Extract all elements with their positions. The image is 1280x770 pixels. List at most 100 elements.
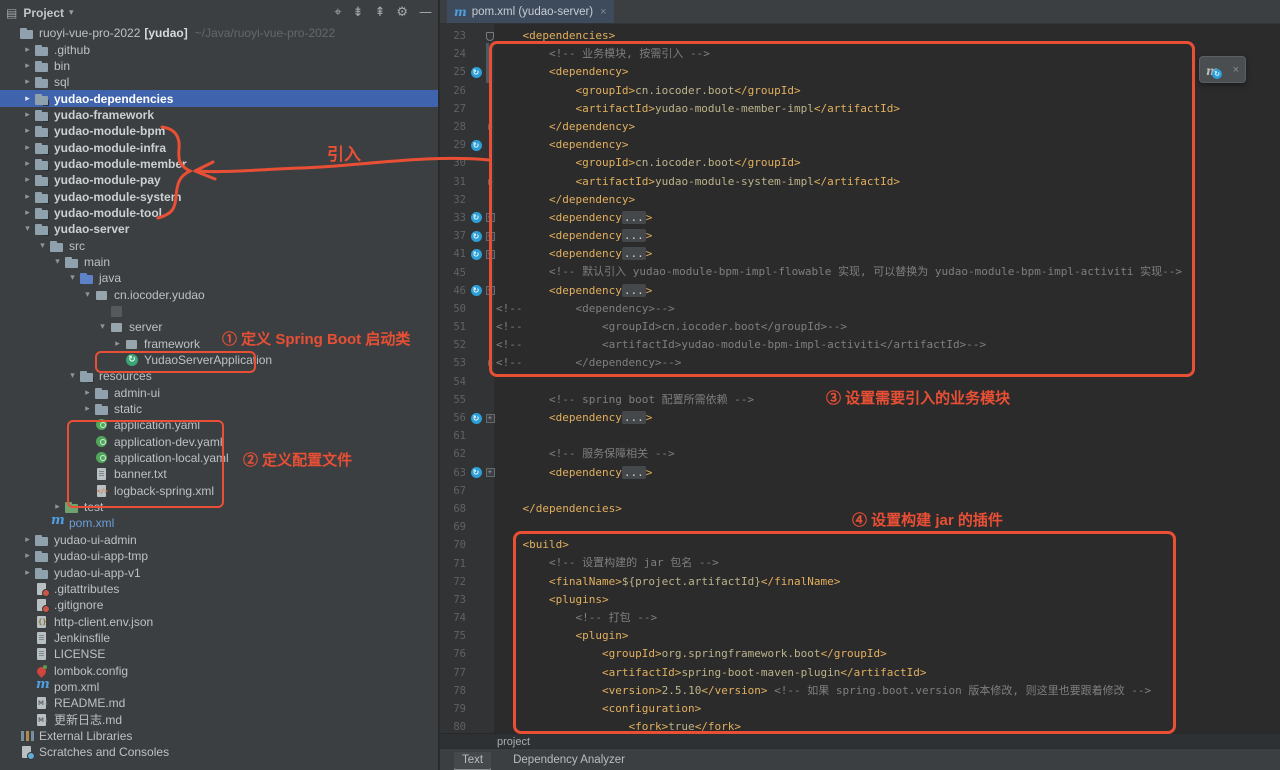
tree-item-ruoyi-vue-pro-2022[interactable]: ruoyi-vue-pro-2022[yudao]~/Java/ruoyi-vu… [0,25,438,41]
tree-item-sql[interactable]: ▸sql [0,74,438,90]
tree-item-package-stub[interactable] [0,303,438,319]
tree-item-src[interactable]: ▾src [0,237,438,253]
maven-dependency-gutter-icon[interactable]: ↻ [468,413,484,424]
tree-item-yudao-server[interactable]: ▾yudao-server [0,221,438,237]
chevron-right-icon[interactable]: ▸ [51,502,64,512]
chevron-right-icon[interactable]: ▸ [21,551,34,561]
close-tab-icon[interactable]: × [600,6,606,18]
settings-icon[interactable]: ⚙ [396,5,408,20]
close-icon[interactable]: × [1233,64,1239,76]
chevron-right-icon[interactable]: ▸ [21,45,34,55]
tree-item-license[interactable]: LICENSE [0,646,438,662]
tree-item-banner.txt[interactable]: banner.txt [0,466,438,482]
chevron-right-icon[interactable]: ▸ [21,535,34,545]
bottom-tab-dependency-analyzer[interactable]: Dependency Analyzer [505,752,633,769]
tree-item-admin-ui[interactable]: ▸admin-ui [0,385,438,401]
chevron-right-icon[interactable]: ▸ [21,568,34,578]
editor-tab-pom[interactable]: m pom.xml (yudao-server) × [447,0,614,23]
maven-dependency-gutter-icon[interactable]: ↻ [468,140,484,151]
tree-item-yudaoserverapplication[interactable]: YudaoServerApplication [0,352,438,368]
chevron-down-icon[interactable]: ▾ [69,7,74,18]
project-tree[interactable]: ruoyi-vue-pro-2022[yudao]~/Java/ruoyi-vu… [0,25,438,770]
tree-item-yudao-module-pay[interactable]: ▸yudao-module-pay [0,172,438,188]
tree-item-lombok.config[interactable]: lombok.config [0,662,438,678]
chevron-right-icon[interactable]: ▸ [21,143,34,153]
tree-item-external-libraries[interactable]: External Libraries [0,728,438,744]
fold-expand-icon[interactable]: + [484,227,496,245]
project-panel-title[interactable]: Project [23,6,64,20]
tree-item-.gitattributes[interactable]: .gitattributes [0,581,438,597]
chevron-right-icon[interactable]: ▸ [21,175,34,185]
chevron-right-icon[interactable]: ▸ [81,388,94,398]
chevron-right-icon[interactable]: ▸ [111,339,124,349]
tree-item-server[interactable]: ▾server [0,319,438,335]
tree-item-.github[interactable]: ▸.github [0,41,438,57]
fold-expand-icon[interactable]: + [484,282,496,300]
chevron-right-icon[interactable]: ▸ [21,77,34,87]
tree-item-static[interactable]: ▸static [0,401,438,417]
tree-item-yudao-module-infra[interactable]: ▸yudao-module-infra [0,139,438,155]
tree-item-yudao-module-system[interactable]: ▸yudao-module-system [0,188,438,204]
tree-item-yudao-ui-app-tmp[interactable]: ▸yudao-ui-app-tmp [0,548,438,564]
tree-item-main[interactable]: ▾main [0,254,438,270]
maven-reload-popup[interactable]: m ↻ × [1199,56,1246,83]
maven-dependency-gutter-icon[interactable]: ↻ [468,285,484,296]
bottom-tab-text[interactable]: Text [454,752,491,769]
tree-item-yudao-module-tool[interactable]: ▸yudao-module-tool [0,205,438,221]
maven-dependency-gutter-icon[interactable]: ↻ [468,467,484,478]
expand-all-icon[interactable]: ⇟ [353,5,364,20]
tree-item-pom.xml[interactable]: pom.xml [0,679,438,695]
tree-item-yudao-dependencies[interactable]: ▸yudao-dependencies [0,90,438,106]
chevron-down-icon[interactable]: ▾ [81,290,94,300]
chevron-right-icon[interactable]: ▸ [21,208,34,218]
locate-icon[interactable]: ⌖ [334,5,341,20]
tree-item-yudao-module-member[interactable]: ▸yudao-module-member [0,156,438,172]
tree-item-yudao-framework[interactable]: ▸yudao-framework [0,107,438,123]
fold-expand-icon[interactable]: + [484,209,496,227]
maven-dependency-gutter-icon[interactable]: ↻ [468,249,484,260]
fold-expand-icon[interactable]: + [484,409,496,427]
fold-expand-icon[interactable]: + [484,464,496,482]
hide-panel-icon[interactable]: — [419,5,432,20]
chevron-down-icon[interactable]: ▾ [51,257,64,267]
collapse-all-icon[interactable]: ⇞ [374,5,385,20]
tree-item-yudao-ui-admin[interactable]: ▸yudao-ui-admin [0,532,438,548]
tree-item-cn.iocoder.yudao[interactable]: ▾cn.iocoder.yudao [0,287,438,303]
tree-item-yudao-module-bpm[interactable]: ▸yudao-module-bpm [0,123,438,139]
chevron-down-icon[interactable]: ▾ [66,273,79,283]
chevron-down-icon[interactable]: ▾ [36,241,49,251]
tree-item-application-dev.yaml[interactable]: application-dev.yaml [0,434,438,450]
chevron-right-icon[interactable]: ▸ [21,192,34,202]
tree-item-pom.xml[interactable]: pom.xml [0,515,438,531]
tree-item-application-local.yaml[interactable]: application-local.yaml [0,450,438,466]
tree-item-jenkinsfile[interactable]: Jenkinsfile [0,630,438,646]
tree-item-resources[interactable]: ▾resources [0,368,438,384]
chevron-right-icon[interactable]: ▸ [21,110,34,120]
fold-expand-icon[interactable]: + [484,245,496,263]
tree-item-.gitignore[interactable]: .gitignore [0,597,438,613]
chevron-down-icon[interactable]: ▾ [21,224,34,234]
tree-item-scratches-and-consoles[interactable]: Scratches and Consoles [0,744,438,760]
tree-item-http-client.env.json[interactable]: http-client.env.json [0,613,438,629]
chevron-right-icon[interactable]: ▸ [21,94,34,104]
tree-item-readme.md[interactable]: README.md [0,695,438,711]
tree-item-bin[interactable]: ▸bin [0,58,438,74]
chevron-right-icon[interactable]: ▸ [21,61,34,71]
tree-item-framework[interactable]: ▸framework [0,336,438,352]
maven-dependency-gutter-icon[interactable]: ↻ [468,231,484,242]
tree-item-java[interactable]: ▾java [0,270,438,286]
breadcrumb[interactable]: project [497,736,530,748]
tree-item-更新日志.md[interactable]: 更新日志.md [0,711,438,727]
chevron-down-icon[interactable]: ▾ [66,371,79,381]
maven-dependency-gutter-icon[interactable]: ↻ [468,212,484,223]
tree-item-yudao-ui-app-v1[interactable]: ▸yudao-ui-app-v1 [0,564,438,580]
chevron-right-icon[interactable]: ▸ [21,159,34,169]
chevron-right-icon[interactable]: ▸ [21,126,34,136]
tree-item-application.yaml[interactable]: application.yaml [0,417,438,433]
chevron-right-icon[interactable]: ▸ [81,404,94,414]
code-editor[interactable]: 23 <dependencies>24 <!-- 业务模块, 按需引入 -->2… [440,23,1280,737]
maven-dependency-gutter-icon[interactable]: ↻ [468,67,484,78]
tree-item-test[interactable]: ▸test [0,499,438,515]
chevron-down-icon[interactable]: ▾ [96,322,109,332]
tree-item-logback-spring.xml[interactable]: logback-spring.xml [0,483,438,499]
